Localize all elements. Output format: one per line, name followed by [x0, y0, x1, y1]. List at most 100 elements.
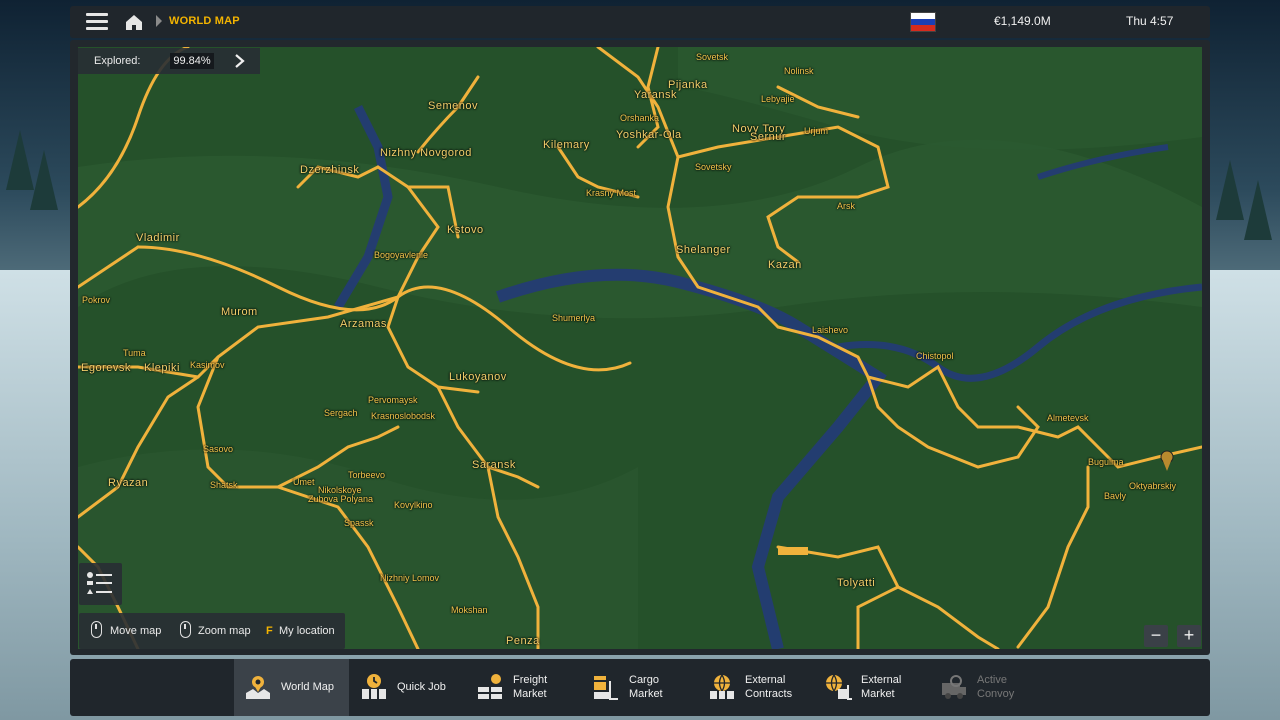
- tab-label: World Map: [281, 681, 334, 693]
- tab-label: Contracts: [745, 688, 793, 700]
- chevron-right-icon: [156, 15, 162, 27]
- city-label: Laishevo: [812, 325, 849, 335]
- city-label: Pervomaysk: [368, 395, 418, 405]
- city-label: Bavly: [1104, 491, 1127, 501]
- zoom-out-button[interactable]: −: [1144, 625, 1168, 647]
- city-label: Kasimov: [190, 360, 225, 370]
- money-balance: €1,149.0M: [994, 14, 1051, 28]
- city-label: Krasny Most: [586, 188, 637, 198]
- city-label: Arzamas: [340, 318, 387, 330]
- city-label: Urjum: [804, 126, 828, 136]
- home-icon[interactable]: [124, 12, 144, 32]
- tab-label: External: [861, 674, 902, 686]
- city-label: Oktyabrskiy: [1129, 481, 1177, 491]
- city-label: Bugulma: [1088, 457, 1124, 467]
- map-legend-button[interactable]: [79, 563, 122, 605]
- city-label: Dzerzhinsk: [300, 164, 360, 176]
- tree: [1244, 180, 1272, 240]
- external-market-icon: [826, 674, 852, 700]
- city-label: Shatsk: [210, 480, 238, 490]
- city-label: Sovetsk: [696, 52, 729, 62]
- external-contracts-icon: [710, 674, 734, 699]
- active-convoy-icon: [942, 675, 966, 699]
- city-label: Shumerlya: [552, 313, 596, 323]
- tab-label: Market: [861, 688, 895, 700]
- city-label: Almetevsk: [1047, 413, 1089, 423]
- tab-label: Quick Job: [397, 681, 446, 693]
- freight-market-icon: [478, 674, 502, 699]
- explored-panel: Explored: 99.84%: [78, 48, 260, 74]
- city-label: Ryazan: [108, 477, 149, 489]
- mouse-left-icon: [91, 621, 102, 638]
- move-map-hint: Move map: [110, 625, 162, 637]
- city-label: Nizhny Novgorod: [380, 147, 472, 159]
- city-label: Mokshan: [451, 605, 488, 615]
- city-label: Tuma: [123, 348, 146, 358]
- city-label: Orshanka: [620, 113, 660, 123]
- explored-label: Explored:: [94, 55, 141, 67]
- tab-label: Active: [977, 674, 1007, 686]
- city-label: Semenov: [428, 100, 478, 112]
- city-label: Egorevsk: [81, 362, 131, 374]
- city-label: Tolyatti: [837, 577, 876, 589]
- city-label: Kstovo: [447, 224, 484, 236]
- city-label: Sernur: [750, 131, 787, 143]
- city-label: Kilemary: [543, 139, 590, 151]
- tab-cargo-market[interactable]: Cargo Market: [582, 659, 692, 716]
- city-label: Sergach: [324, 408, 358, 418]
- location-key: F: [266, 625, 273, 637]
- city-label: Umet: [293, 477, 315, 487]
- city-label: Klepiki: [144, 362, 180, 374]
- zoom-in-button[interactable]: +: [1177, 625, 1201, 647]
- quick-job-icon: [362, 674, 386, 699]
- tab-label: Convoy: [977, 688, 1015, 700]
- tree: [1216, 160, 1244, 220]
- tab-external-contracts[interactable]: External Contracts: [698, 659, 808, 716]
- tab-label: Freight: [513, 674, 548, 686]
- city-label: Chistopol: [916, 351, 954, 361]
- world-map-canvas[interactable]: Nizhny Novgorod Dzerzhinsk Semenov Kstovo Bo…: [78, 47, 1202, 649]
- city-label: Spassk: [344, 518, 374, 528]
- city-label: Lukoyanov: [449, 371, 507, 383]
- city-label: Sasovo: [203, 444, 234, 454]
- city-label: Saransk: [472, 459, 516, 471]
- city-label: Sovetsky: [695, 162, 732, 172]
- city-label: Yoshkar-Ola: [616, 129, 682, 141]
- city-label: Arsk: [837, 201, 855, 211]
- tab-label: Cargo: [629, 674, 659, 686]
- city-label: Nolinsk: [784, 66, 814, 76]
- game-clock: Thu 4:57: [1126, 14, 1174, 28]
- city-label: Nizhniy Lomov: [380, 573, 440, 583]
- city-label: Lebyajie: [761, 94, 795, 104]
- breadcrumb-world-map[interactable]: WORLD MAP: [169, 15, 240, 27]
- tab-quick-job[interactable]: Quick Job: [350, 659, 460, 716]
- city-label: Kovylkino: [394, 500, 433, 510]
- map-controls-hint: Move map Zoom map F My location: [79, 613, 345, 649]
- city-label: Yaransk: [634, 89, 678, 101]
- map-pin-icon: [1160, 450, 1174, 471]
- city-label: Penza: [506, 635, 540, 647]
- city-label: Krasnoslobodsk: [371, 411, 436, 421]
- world-map-icon: [246, 676, 270, 699]
- city-label: Shelanger: [676, 244, 731, 256]
- city-label: Kazan: [768, 259, 802, 271]
- top-bar: WORLD MAP €1,149.0M Thu 4:57: [70, 6, 1210, 38]
- chevron-right-icon[interactable]: [232, 54, 246, 68]
- mouse-wheel-icon: [180, 621, 191, 638]
- city-label: Pokrov: [82, 295, 111, 305]
- tab-label: External: [745, 674, 786, 686]
- country-flag-icon: [910, 12, 936, 32]
- tab-external-market[interactable]: External Market: [814, 659, 924, 716]
- city-label: Zubova Polyana: [308, 494, 374, 504]
- tab-freight-market[interactable]: Freight Market: [466, 659, 576, 716]
- tab-label: Market: [513, 688, 547, 700]
- tab-active-convoy: Active Convoy: [930, 659, 1040, 716]
- bottom-tab-bar: World Map Quick Job Freight Market Cargo…: [70, 659, 1210, 716]
- cargo-market-icon: [594, 676, 618, 700]
- zoom-map-hint: Zoom map: [198, 625, 251, 637]
- hamburger-menu-icon[interactable]: [86, 13, 108, 31]
- tab-world-map[interactable]: World Map: [234, 659, 349, 716]
- explored-value: 99.84%: [170, 53, 214, 69]
- my-location-hint[interactable]: My location: [279, 625, 335, 637]
- city-label: Vladimir: [136, 232, 180, 244]
